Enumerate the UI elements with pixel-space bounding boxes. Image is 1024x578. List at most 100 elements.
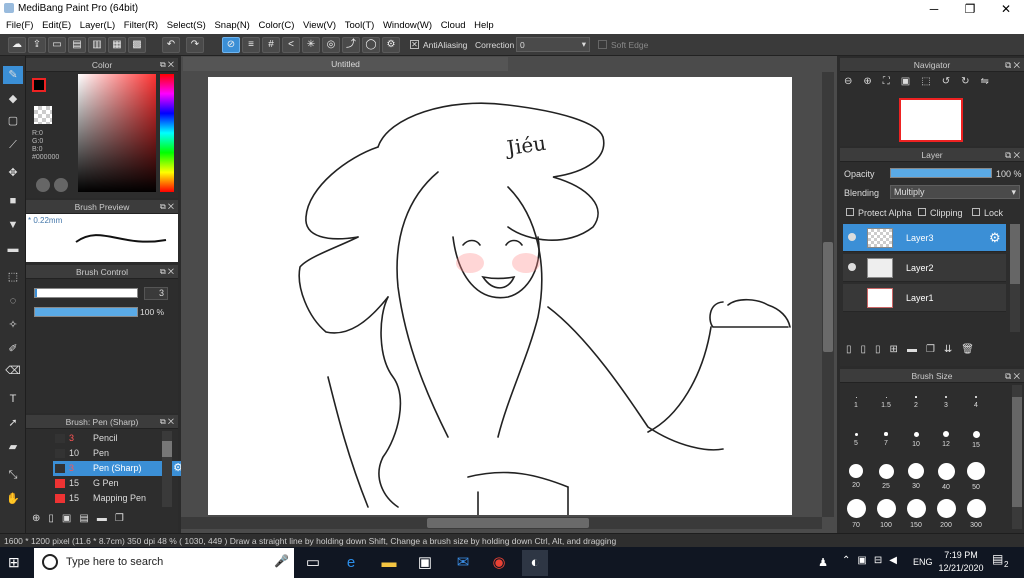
select-eraser-icon[interactable]: ⌫ [3, 362, 23, 380]
brush-size-option[interactable]: 7 [872, 424, 900, 447]
layer-opacity-slider[interactable] [890, 168, 992, 178]
volume-icon[interactable]: ◀ [889, 555, 904, 566]
visibility-icon[interactable] [848, 263, 856, 271]
brush-size-slider[interactable] [34, 288, 138, 298]
brush-size-option[interactable]: 40 [932, 461, 960, 491]
taskbar-search[interactable]: Type here to search 🎤 [34, 548, 294, 578]
brush-size-option[interactable]: 12 [932, 424, 960, 448]
drawing-canvas[interactable]: Jiéu [208, 77, 792, 515]
brush-size-option[interactable]: 4 [962, 387, 990, 409]
panel-controls-icon[interactable]: ⧉ ✕ [1005, 369, 1020, 383]
merge-down-icon[interactable]: ⇊ [944, 344, 961, 355]
microphone-icon[interactable]: 🎤 [274, 554, 289, 568]
hue-slider[interactable] [160, 74, 174, 192]
horizontal-scrollbar[interactable] [181, 517, 822, 529]
brush-list-scrollbar[interactable] [162, 431, 172, 507]
brush-size-option[interactable]: 20 [842, 461, 870, 489]
foreground-color-swatch[interactable] [32, 78, 46, 92]
menu-view[interactable]: View(V) [297, 18, 336, 31]
cloud-icon[interactable]: ☁ [8, 37, 26, 53]
flip-icon[interactable]: ⇋ [980, 76, 999, 87]
menu-filter[interactable]: Filter(R) [118, 18, 158, 31]
blending-select[interactable]: Multiply ▾ [890, 185, 1020, 199]
edge-icon[interactable]: e [338, 550, 364, 576]
palette-icon[interactable] [36, 178, 50, 192]
select-rect-icon[interactable]: ⬚ [3, 268, 23, 286]
lock-checkbox[interactable] [972, 208, 980, 216]
vanishing-snap-icon[interactable]: < [282, 37, 300, 53]
brush-add-icon[interactable]: ⊕ [32, 513, 48, 524]
brush-opacity-slider[interactable] [34, 307, 138, 317]
operation-tool-icon[interactable]: ➚ [3, 414, 23, 432]
curve-snap-icon[interactable]: ⤴ [342, 37, 360, 53]
actual-size-icon[interactable]: ▣ [901, 76, 921, 87]
brush-size-option[interactable]: 30 [902, 461, 930, 490]
zoom-out-icon[interactable]: ⊖ [844, 76, 863, 87]
mail-icon[interactable]: ✉ [450, 550, 476, 576]
brush-size-option[interactable]: 100 [872, 498, 900, 529]
layer-row-layer3[interactable]: Layer3 ⚙ [843, 224, 1006, 252]
menu-color[interactable]: Color(C) [252, 18, 294, 31]
panel-controls-icon[interactable]: ⧉ ✕ [160, 415, 174, 429]
brush-size-value[interactable]: 3 [144, 287, 168, 300]
task-view-icon[interactable]: ▭ [300, 550, 326, 576]
shape-tool-icon[interactable]: ▢ [3, 112, 23, 130]
layer-row-layer1[interactable]: Layer1 [843, 284, 1006, 312]
grid-doc-icon[interactable]: ▦ [108, 37, 126, 53]
snap-off-icon[interactable]: ⊘ [222, 37, 240, 53]
redo-icon[interactable]: ↷ [186, 37, 204, 53]
store-icon[interactable]: ▣ [412, 550, 438, 576]
menu-snap[interactable]: Snap(N) [208, 18, 249, 31]
file-explorer-icon[interactable]: ▬ [376, 550, 402, 576]
brush-menu-icon[interactable]: ▤ [79, 513, 96, 524]
undo-icon[interactable]: ↶ [162, 37, 180, 53]
layer-row-layer2[interactable]: Layer2 [843, 254, 1006, 282]
people-icon[interactable]: ♟ [810, 550, 836, 576]
rotate-right-icon[interactable]: ↻ [961, 76, 980, 87]
menu-cloud[interactable]: Cloud [435, 18, 466, 31]
document-icon[interactable]: ▥ [88, 37, 106, 53]
menu-help[interactable]: Help [468, 18, 494, 31]
softedge-checkbox[interactable] [598, 40, 607, 49]
folder-icon[interactable]: ▬ [907, 344, 926, 355]
bucket-tool-icon[interactable]: ▼ [3, 216, 23, 234]
panel-controls-icon[interactable]: ⧉ ✕ [160, 58, 174, 72]
dotbrush-tool-icon[interactable]: ⟋ [3, 136, 23, 154]
comment-icon[interactable]: ▭ [48, 37, 66, 53]
fit-window-icon[interactable]: ⬚ [921, 76, 941, 87]
brush-size-option[interactable]: 1 [842, 387, 870, 409]
protect-alpha-checkbox[interactable] [846, 208, 854, 216]
clock[interactable]: 7:19 PM 12/21/2020 [936, 549, 986, 575]
panel-controls-icon[interactable]: ⧉ ✕ [160, 200, 174, 214]
new-layer-8bit-icon[interactable]: ▯ [861, 344, 876, 355]
new-layer-1bit-icon[interactable]: ▯ [875, 344, 890, 355]
divide-tool-icon[interactable]: ▰ [3, 438, 23, 456]
duplicate-layer-icon[interactable]: ❐ [926, 344, 944, 355]
menu-edit[interactable]: Edit(E) [36, 18, 71, 31]
brush-copy-icon[interactable]: ❐ [115, 513, 132, 524]
rotate-left-icon[interactable]: ↺ [942, 76, 961, 87]
chrome-icon[interactable]: ◉ [486, 550, 512, 576]
brush-size-option[interactable]: 5 [842, 424, 870, 447]
transparent-swatch[interactable] [34, 106, 52, 124]
gear-icon[interactable]: ⚙ [989, 230, 1001, 246]
panel-controls-icon[interactable]: ⧉ ✕ [160, 265, 174, 279]
brush-size-option[interactable]: 2 [902, 387, 930, 409]
clipping-checkbox[interactable] [918, 208, 926, 216]
chevron-up-icon[interactable]: ⌃ [842, 555, 857, 566]
brush-size-scrollbar[interactable] [1012, 385, 1022, 529]
saturation-value-picker[interactable] [78, 74, 156, 192]
circle-snap-icon[interactable]: ◎ [322, 37, 340, 53]
menu-file[interactable]: File(F) [0, 18, 33, 31]
brush-tool-icon[interactable]: ✎ [3, 66, 23, 84]
antialias-checkbox[interactable]: ✕ [410, 40, 419, 49]
menu-window[interactable]: Window(W) [377, 18, 432, 31]
network-icon[interactable]: ⊟ [874, 555, 889, 566]
zoom-in-icon[interactable]: ⊕ [863, 76, 882, 87]
navigator-thumbnail[interactable] [899, 98, 963, 142]
menu-tool[interactable]: Tool(T) [339, 18, 375, 31]
language-indicator[interactable]: ENG [913, 557, 933, 567]
brush-size-option[interactable]: 200 [932, 498, 960, 529]
layer-scrollbar[interactable] [1010, 224, 1020, 332]
delete-layer-icon[interactable]: 🗑 [961, 344, 983, 355]
